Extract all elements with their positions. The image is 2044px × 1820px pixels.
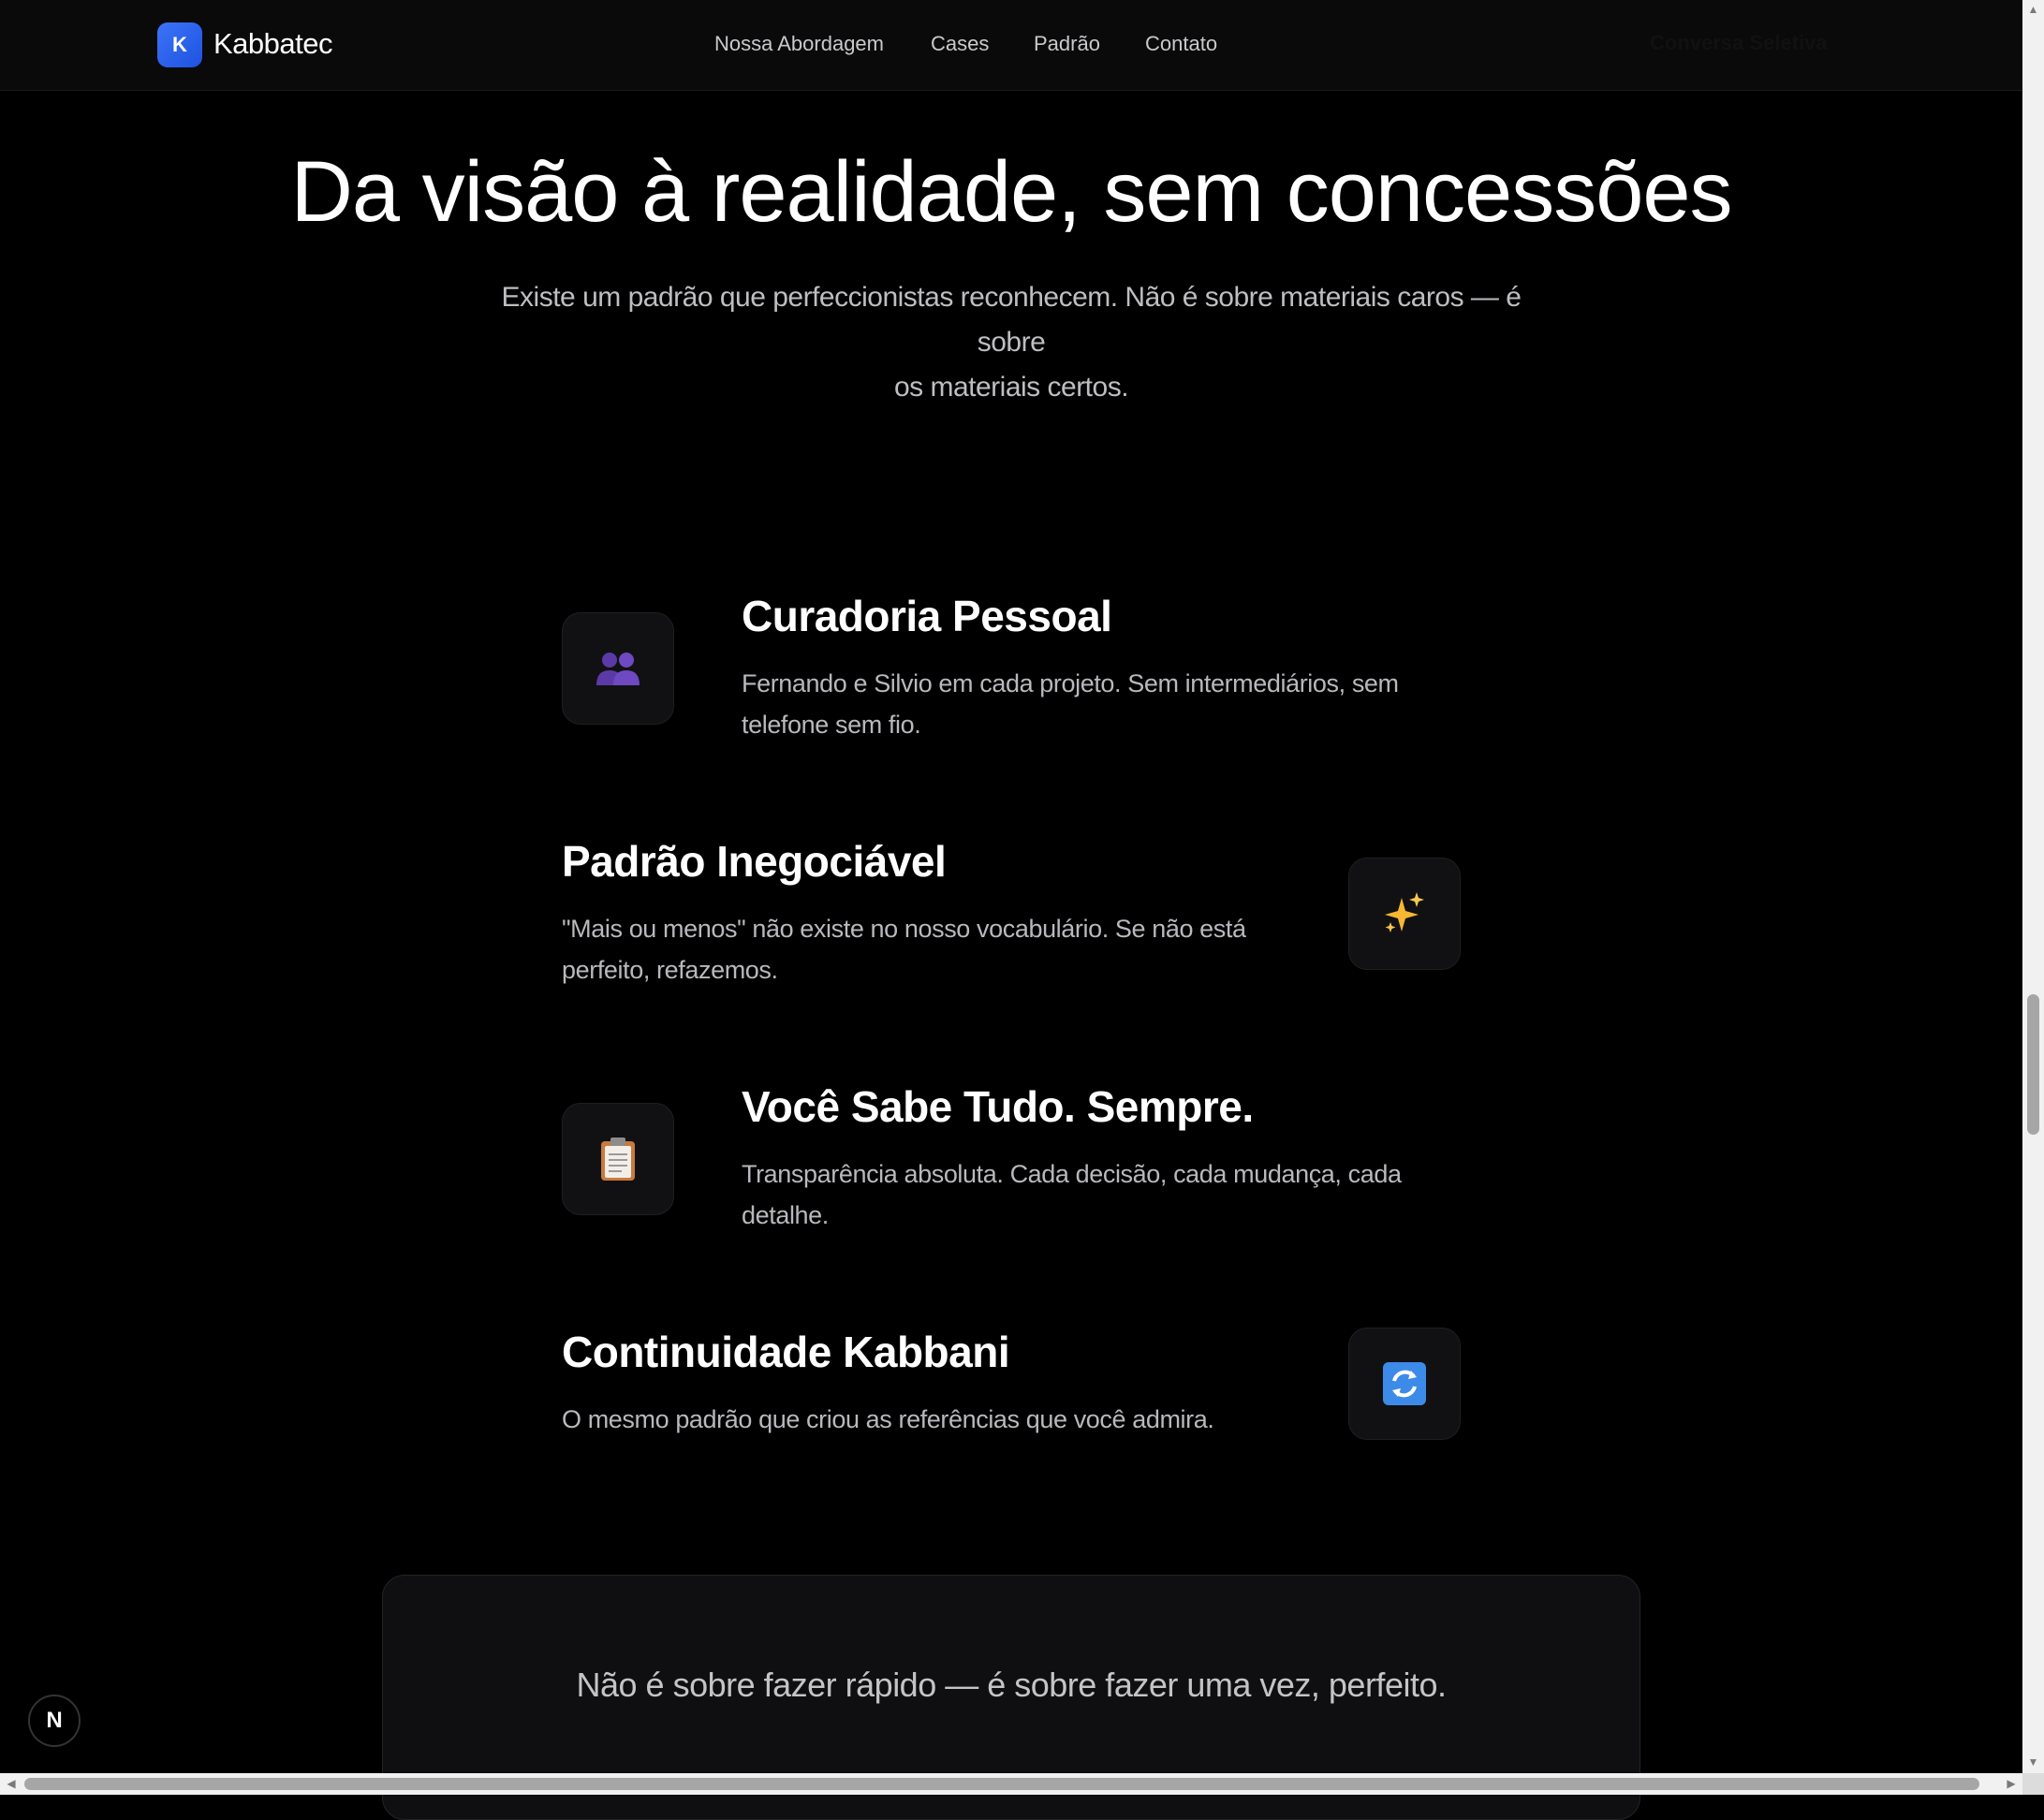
horizontal-scroll-thumb[interactable] (24, 1778, 1979, 1790)
feature-title-2: Padrão Inegociável (562, 837, 947, 886)
nav-link-nossa-abordagem[interactable]: Nossa Abordagem (714, 32, 884, 56)
brand-name[interactable]: Kabbatec (213, 27, 333, 61)
cta-button[interactable]: Conversa Seletiva (1650, 31, 1828, 55)
feature-desc-1-line-1: Fernando e Silvio em cada projeto. Sem i… (742, 669, 1399, 697)
sparkles-icon (1385, 892, 1424, 932)
quote-text: Não é sobre fazer rápido — é sobre fazer… (576, 1666, 1447, 1704)
feature-desc-2-line-1: "Mais ou menos" não existe no nosso voca… (562, 915, 1246, 943)
scroll-right-arrow-icon[interactable]: ▶ (2002, 1773, 2021, 1795)
vertical-scroll-thumb[interactable] (2027, 994, 2039, 1135)
scroll-left-arrow-icon[interactable]: ◀ (2, 1773, 21, 1795)
feature-desc-3-line-2: detalhe. (742, 1201, 829, 1229)
feature-icon-box-2 (1348, 858, 1461, 970)
feature-desc-2: "Mais ou menos" não existe no nosso voca… (562, 908, 1246, 991)
feature-title-1: Curadoria Pessoal (742, 592, 1112, 640)
feature-icon-box-3 (562, 1103, 674, 1215)
feature-desc-1: Fernando e Silvio em cada projeto. Sem i… (742, 663, 1399, 745)
hero-subtitle: Existe um padrão que perfeccionistas rec… (468, 275, 1554, 410)
top-navigation: K Kabbatec Nossa Abordagem Cases Padrão … (0, 0, 2022, 91)
scroll-up-arrow-icon[interactable]: ▲ (2022, 0, 2044, 19)
feature-desc-3: Transparência absoluta. Cada decisão, ca… (742, 1153, 1402, 1236)
hero-subtitle-line-2: os materiais certos. (893, 372, 1129, 403)
feature-desc-3-line-1: Transparência absoluta. Cada decisão, ca… (742, 1160, 1402, 1188)
busts-in-silhouette-icon (596, 653, 640, 685)
feature-desc-2-line-2: perfeito, refazemos. (562, 956, 778, 984)
feature-title-4: Continuidade Kabbani (562, 1328, 1010, 1376)
nav-link-contato[interactable]: Contato (1145, 32, 1217, 56)
nav-link-cases[interactable]: Cases (931, 32, 989, 56)
horizontal-scrollbar[interactable]: ◀ ▶ (0, 1773, 2022, 1795)
hero-subtitle-line-1: Existe um padrão que perfeccionistas rec… (501, 282, 1522, 358)
feature-icon-box-4 (1348, 1328, 1461, 1440)
feature-title-3: Você Sabe Tudo. Sempre. (742, 1082, 1254, 1131)
feature-desc-1-line-2: telefone sem fio. (742, 711, 921, 739)
clipboard-icon (601, 1138, 635, 1181)
feature-desc-4: O mesmo padrão que criou as referências … (562, 1399, 1214, 1440)
feature-desc-4-line-1: O mesmo padrão que criou as referências … (562, 1405, 1214, 1433)
nextjs-dev-indicator[interactable]: N (28, 1695, 81, 1747)
nav-link-padrao[interactable]: Padrão (1034, 32, 1100, 56)
scroll-down-arrow-icon[interactable]: ▼ (2022, 1753, 2044, 1771)
vertical-scrollbar[interactable]: ▲ ▼ (2022, 0, 2044, 1795)
logo-badge[interactable]: K (157, 22, 202, 67)
refresh-arrows-icon (1383, 1362, 1426, 1405)
scrollbar-corner (2022, 1773, 2044, 1795)
feature-icon-box-1 (562, 612, 674, 725)
hero-title: Da visão à realidade, sem concessões (290, 144, 1732, 240)
